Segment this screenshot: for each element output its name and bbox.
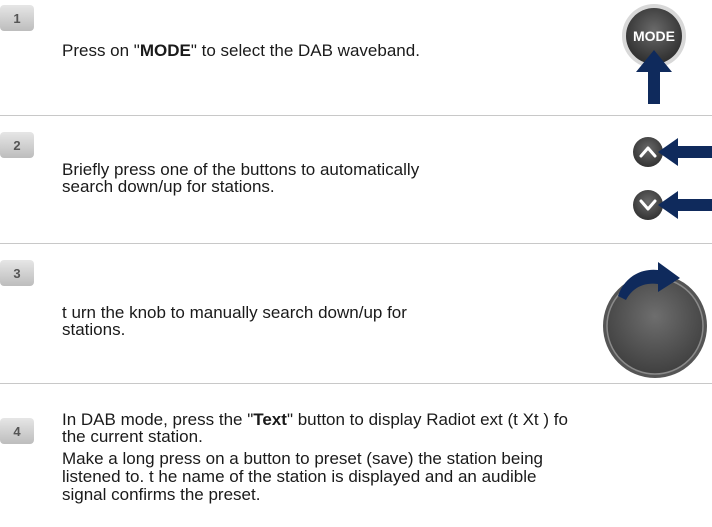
step-instruction-line-1: In DAB mode, press the "Text" button to … [62,410,568,429]
step-number-badge: 2 [0,132,34,158]
step-2: 2 Briefly press one of the buttons to au… [0,116,712,243]
step-number-badge: 1 [0,5,34,31]
step-instruction-line-2: stations. [62,320,126,339]
step-instruction-line-1: Briefly press one of the buttons to auto… [62,160,420,179]
arrow-left-icon [658,138,712,166]
step-instruction-line-1: t urn the knob to manually search down/u… [62,303,407,322]
text-keyword: Text [253,410,287,429]
mode-button-label: MODE [633,28,675,44]
mode-button-icon: MODE [622,4,686,104]
step-instruction-line-2: the current station. [62,427,203,446]
rotary-knob-icon [603,262,707,378]
step-1: 1 Press on "MODE" to select the DAB wave… [0,0,712,115]
step-number-badge: 3 [0,260,34,286]
step-instruction-line-2: search down/up for stations. [62,177,275,196]
step-4: 4 In DAB mode, press the "Text" button t… [0,384,712,527]
step-note-line-1: Make a long press on a button to preset … [62,449,544,468]
arrow-left-icon [658,191,712,219]
mode-keyword: MODE [139,41,191,60]
up-down-buttons-icon [633,137,712,220]
step-note-line-2: listened to. t he name of the station is… [62,467,537,486]
step-note-line-3: signal confirms the preset. [62,485,261,504]
step-3: 3 t urn the knob to manually search down… [0,244,712,383]
step-instruction: Press on "MODE" to select the DAB waveba… [62,41,420,60]
step-number-badge: 4 [0,418,34,444]
